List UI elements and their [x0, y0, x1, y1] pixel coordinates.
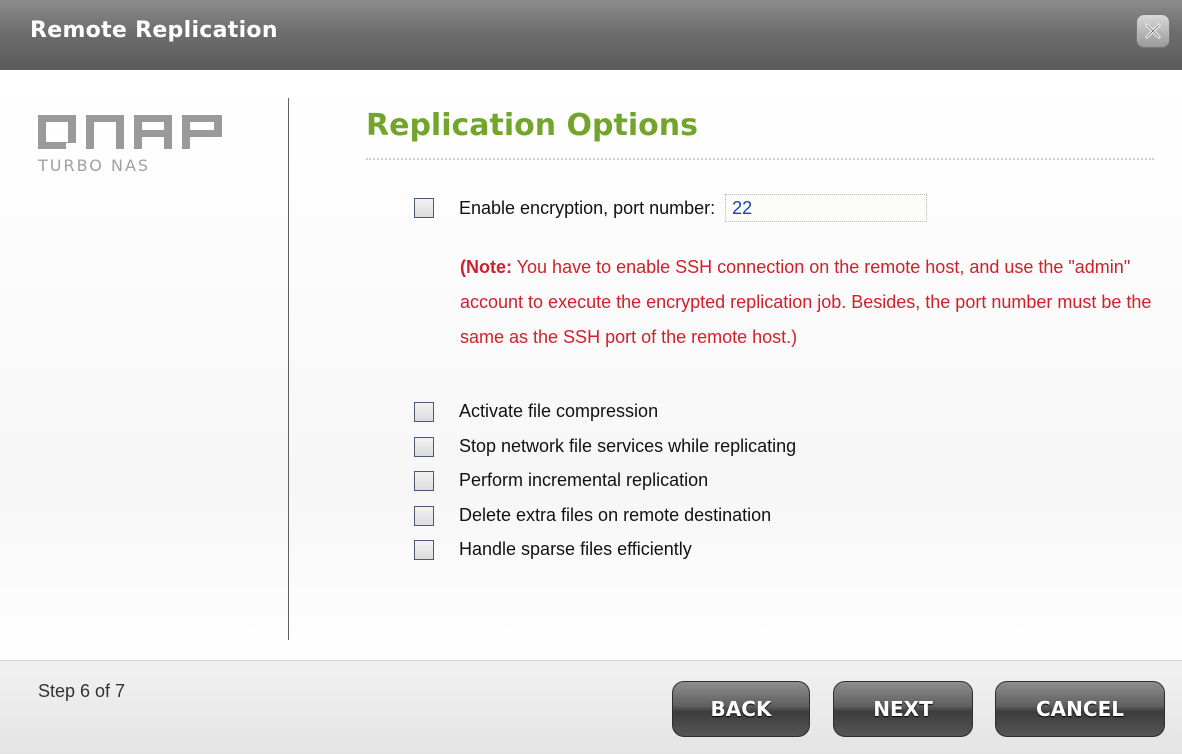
- option-sparse-files: Handle sparse files efficiently: [414, 539, 692, 560]
- cancel-button[interactable]: CANCEL: [995, 681, 1165, 737]
- ssh-note: (Note: You have to enable SSH connection…: [460, 250, 1160, 355]
- qnap-logo: [36, 113, 232, 151]
- note-prefix: (Note:: [460, 257, 512, 277]
- option-delete-extra: Delete extra files on remote destination: [414, 505, 771, 526]
- file-compression-checkbox[interactable]: [414, 401, 434, 422]
- step-indicator: Step 6 of 7: [38, 681, 126, 701]
- option-label: Perform incremental replication: [459, 470, 709, 490]
- option-file-compression: Activate file compression: [414, 401, 658, 422]
- back-button[interactable]: BACK: [672, 681, 810, 737]
- remote-replication-dialog: Remote Replication TURBO NAS Replication: [0, 0, 1182, 754]
- port-number-input[interactable]: [725, 194, 928, 222]
- option-label: Activate file compression: [459, 401, 659, 421]
- option-label: Stop network file services while replica…: [459, 436, 797, 456]
- stop-services-checkbox[interactable]: [414, 436, 434, 457]
- sparse-files-checkbox[interactable]: [414, 539, 434, 560]
- dotted-divider: [366, 158, 1154, 160]
- encryption-option: Enable encryption, port number:: [414, 194, 928, 222]
- close-button[interactable]: [1136, 14, 1170, 48]
- content-area: TURBO NAS Replication Options Enable enc…: [0, 70, 1182, 660]
- close-icon: [1145, 23, 1161, 39]
- encryption-label: Enable encryption, port number:: [459, 197, 716, 218]
- option-stop-services: Stop network file services while replica…: [414, 436, 796, 457]
- encryption-checkbox[interactable]: [414, 198, 434, 218]
- title-bar: Remote Replication: [0, 0, 1182, 70]
- logo-subtitle: TURBO NAS: [38, 156, 151, 175]
- incremental-checkbox[interactable]: [414, 470, 434, 491]
- option-label: Delete extra files on remote destination: [459, 505, 772, 525]
- option-incremental: Perform incremental replication: [414, 470, 708, 491]
- dialog-title: Remote Replication: [30, 18, 278, 43]
- vertical-divider: [288, 98, 289, 640]
- next-button[interactable]: NEXT: [833, 681, 973, 737]
- delete-extra-checkbox[interactable]: [414, 505, 434, 526]
- wizard-footer: Step 6 of 7 BACK NEXT CANCEL: [0, 660, 1182, 754]
- section-title: Replication Options: [366, 108, 698, 143]
- option-label: Handle sparse files efficiently: [459, 539, 692, 559]
- note-text: You have to enable SSH connection on the…: [460, 257, 1152, 347]
